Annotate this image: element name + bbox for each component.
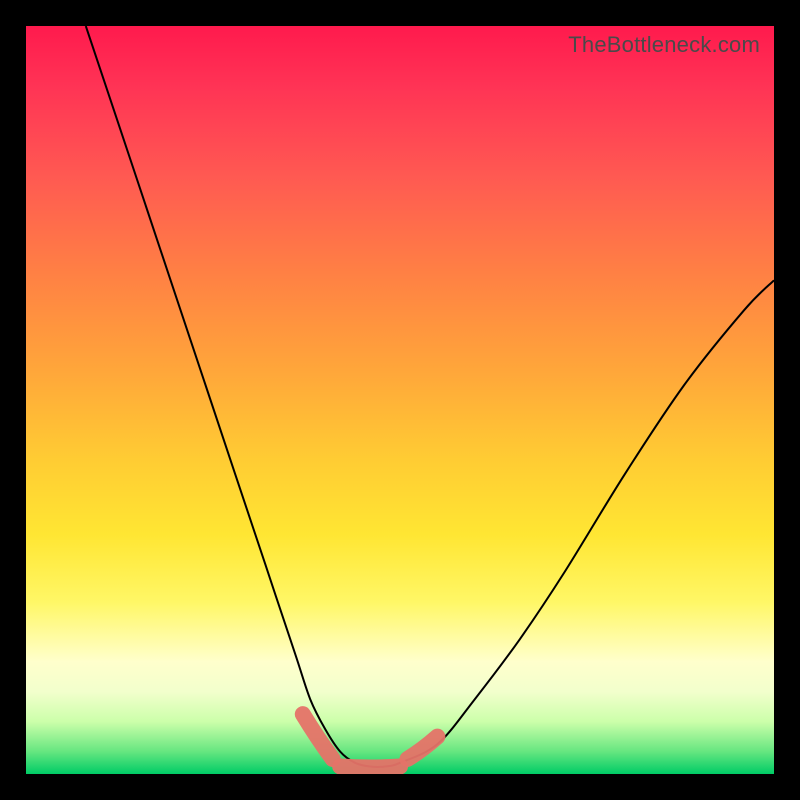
highlight-segments <box>303 714 438 767</box>
chart-plot-area: TheBottleneck.com <box>26 26 774 774</box>
highlight-segment <box>303 714 333 759</box>
highlight-segment <box>408 737 438 759</box>
highlight-segment <box>340 767 400 768</box>
bottleneck-curve-svg <box>26 26 774 774</box>
watermark-text: TheBottleneck.com <box>568 32 760 58</box>
bottleneck-curve <box>86 26 774 767</box>
